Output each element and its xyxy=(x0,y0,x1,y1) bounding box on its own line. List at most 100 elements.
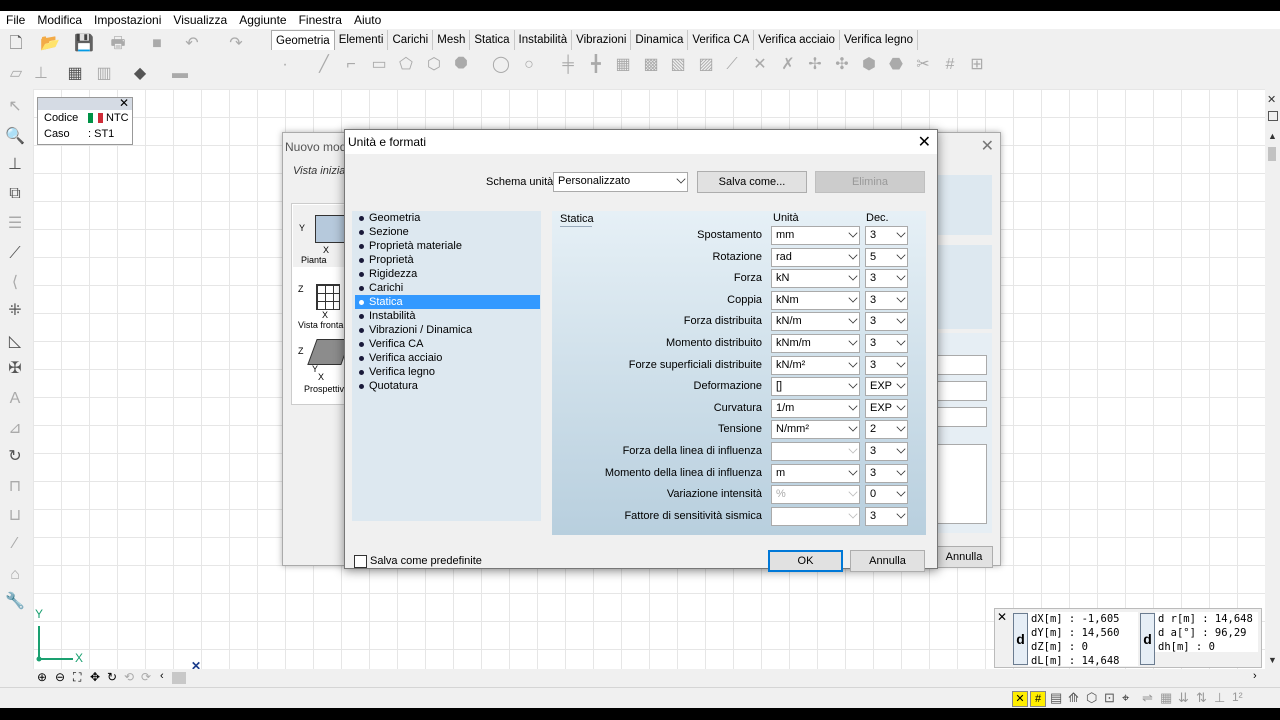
node-split-icon[interactable]: ╪ xyxy=(558,55,578,75)
trim-icon[interactable]: ✢ xyxy=(805,55,825,75)
tab-elementi[interactable]: Elementi xyxy=(335,30,389,50)
bracket-icon[interactable]: ⊓ xyxy=(5,477,25,497)
zoom-next-icon[interactable]: ⟳ xyxy=(141,670,151,684)
undo-icon[interactable]: ↶ xyxy=(182,34,202,54)
decimals-select[interactable]: 3 xyxy=(865,464,908,483)
scheme-select[interactable]: Personalizzato xyxy=(553,172,688,192)
tab-instabilita[interactable]: Instabilità xyxy=(515,30,573,50)
tag-icon[interactable]: ⊿ xyxy=(5,419,25,439)
decimals-select[interactable]: 3 xyxy=(865,334,908,353)
category-verifica-ca[interactable]: Verifica CA xyxy=(355,337,540,351)
octagon-icon[interactable]: ⯃ xyxy=(451,55,471,75)
back-field-3[interactable] xyxy=(937,407,987,427)
menu-file[interactable]: File xyxy=(0,11,31,29)
category-carichi[interactable]: Carichi xyxy=(355,281,540,295)
unit-select[interactable] xyxy=(771,507,860,526)
cursor-icon[interactable]: ⌖ xyxy=(1122,690,1129,706)
category-instabilita[interactable]: Instabilità xyxy=(355,309,540,323)
category-sezione[interactable]: Sezione xyxy=(355,225,540,239)
decimals-select[interactable]: EXP xyxy=(865,399,908,418)
polygon-icon[interactable]: ⬠ xyxy=(396,55,416,75)
model-view-icon[interactable]: ◆ xyxy=(130,64,150,84)
ok-button[interactable]: OK xyxy=(768,550,843,572)
link-icon[interactable]: ⇌ xyxy=(1142,690,1153,706)
save-default-checkbox[interactable] xyxy=(354,555,367,568)
menu-impostazioni[interactable]: Impostazioni xyxy=(88,11,167,29)
scroll-left-icon[interactable]: ‹ xyxy=(160,670,164,682)
back-field-2[interactable] xyxy=(937,381,987,401)
unit-select[interactable]: N/mm² xyxy=(771,420,860,439)
category-verifica-legno[interactable]: Verifica legno xyxy=(355,365,540,379)
report-icon[interactable]: ▥ xyxy=(94,64,114,84)
print-icon[interactable]: 🖶 xyxy=(108,34,128,54)
back-field-1[interactable] xyxy=(937,355,987,375)
render-icon[interactable]: ▬ xyxy=(170,64,190,84)
zoom-previous-icon[interactable]: ⟲ xyxy=(124,670,134,684)
save-icon[interactable]: 💾 xyxy=(74,34,94,54)
tab-geometria[interactable]: Geometria xyxy=(271,30,335,50)
unit-select[interactable]: kN/m xyxy=(771,312,860,331)
menu-aggiunte[interactable]: Aggiunte xyxy=(233,11,292,29)
rotate-view-icon[interactable]: ↻ xyxy=(107,670,117,684)
tracking-icon[interactable]: ⊡ xyxy=(1104,690,1115,706)
snap-toggle-icon[interactable]: ✕ xyxy=(1012,691,1028,707)
unit-select[interactable]: 1/m xyxy=(771,399,860,418)
diagonal-icon[interactable]: ⟋ xyxy=(722,55,742,75)
save-as-button[interactable]: Salva come... xyxy=(697,171,807,193)
select-arrow-icon[interactable]: ↖ xyxy=(5,97,25,117)
table-icon[interactable]: ▦ xyxy=(65,64,85,84)
unit-select[interactable]: kN/m² xyxy=(771,356,860,375)
decimals-select[interactable]: EXP xyxy=(865,377,908,396)
intersect-icon[interactable]: ╋ xyxy=(586,55,606,75)
house-icon[interactable]: ⌂ xyxy=(5,565,25,585)
layers-icon[interactable]: ▱ xyxy=(6,64,26,84)
restore-icon[interactable] xyxy=(1268,111,1278,121)
unit-select[interactable]: kNm/m xyxy=(771,334,860,353)
tab-mesh[interactable]: Mesh xyxy=(433,30,471,50)
unit-select[interactable]: % xyxy=(771,485,860,504)
cross-icon[interactable]: ✕ xyxy=(750,55,770,75)
new-file-icon[interactable]: 🗋 xyxy=(6,34,26,54)
new-model-close-icon[interactable]: ✕ xyxy=(981,136,994,156)
unit-select[interactable]: [] xyxy=(771,377,860,396)
stack-icon[interactable]: ☰ xyxy=(5,214,25,234)
view-frontale-label[interactable]: Vista fronta xyxy=(298,320,343,330)
copy-icon[interactable]: ⧉ xyxy=(5,184,25,204)
decimals-select[interactable]: 3 xyxy=(865,507,908,526)
tab-verifica-ca[interactable]: Verifica CA xyxy=(688,30,755,50)
decimals-select[interactable]: 0 xyxy=(865,485,908,504)
hexagon-icon[interactable]: ⬡ xyxy=(424,55,444,75)
decimals-select[interactable]: 3 xyxy=(865,226,908,245)
circle-center-icon[interactable]: ◯ xyxy=(491,55,511,75)
measure-icon[interactable]: ◺ xyxy=(5,332,25,352)
rotate-icon[interactable]: ↻ xyxy=(5,447,25,467)
point-icon[interactable]: · xyxy=(275,55,295,75)
unit-select[interactable]: kNm xyxy=(771,291,860,310)
category-geometria[interactable]: Geometria xyxy=(355,211,540,225)
polyline-icon[interactable]: ⌐ xyxy=(341,55,361,75)
tools-icon[interactable]: ✠ xyxy=(5,359,25,379)
text-icon[interactable]: A xyxy=(5,389,25,409)
view-option-pianta[interactable]: Y X Pianta xyxy=(293,205,347,267)
menu-modifica[interactable]: Modifica xyxy=(31,11,88,29)
menu-finestra[interactable]: Finestra xyxy=(293,11,348,29)
panel-close-icon[interactable]: ✕ xyxy=(1267,93,1276,106)
category-quotatura[interactable]: Quotatura xyxy=(355,379,540,393)
category-proprieta[interactable]: Proprietà xyxy=(355,253,540,267)
info-close-icon[interactable]: ✕ xyxy=(119,96,129,110)
hscroll-thumb[interactable] xyxy=(172,672,186,684)
coord-close-icon[interactable]: ✕ xyxy=(997,610,1007,624)
decimals-select[interactable]: 3 xyxy=(865,356,908,375)
grid-icon[interactable]: ▦ xyxy=(613,55,633,75)
scroll-up-icon[interactable]: ▲ xyxy=(1268,131,1277,141)
object-snap-icon[interactable]: ⬡ xyxy=(1086,690,1097,706)
category-vibrazioni-dinamica[interactable]: Vibrazioni / Dinamica xyxy=(355,323,540,337)
solid-icon[interactable]: ⬢ xyxy=(859,55,879,75)
category-statica[interactable]: Statica xyxy=(355,295,540,309)
cube-icon[interactable]: ■ xyxy=(147,34,167,54)
numbering-icon[interactable]: 1² xyxy=(1232,690,1243,704)
tab-dinamica[interactable]: Dinamica xyxy=(631,30,689,50)
extend-icon[interactable]: ✣ xyxy=(832,55,852,75)
scroll-thumb[interactable] xyxy=(1268,147,1276,161)
mesh-grid-icon[interactable]: # xyxy=(940,55,960,75)
